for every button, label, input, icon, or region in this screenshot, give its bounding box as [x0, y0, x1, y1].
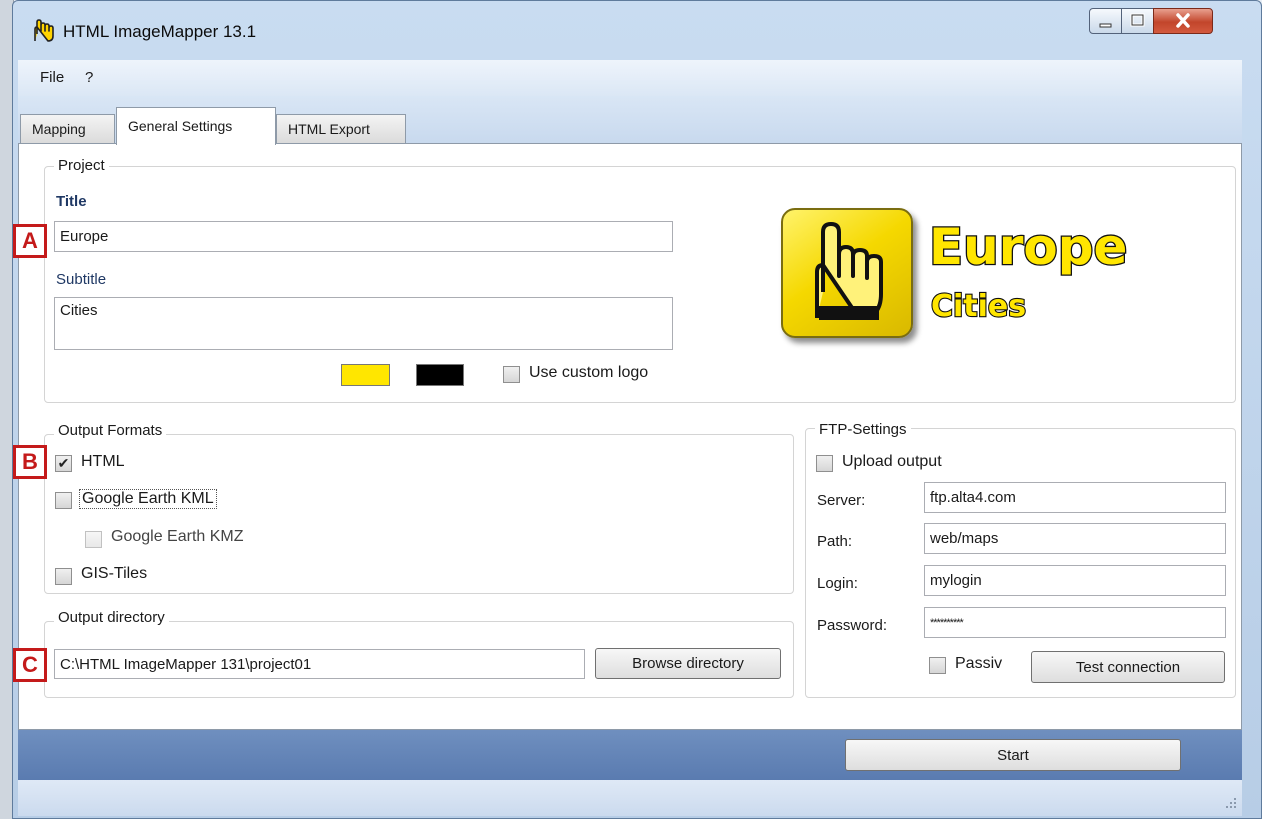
menu-file[interactable]: File [40, 69, 64, 86]
login-label: Login: [817, 575, 858, 592]
logo-title-text: Europe [929, 218, 1127, 276]
html-checkbox[interactable]: ✔ [55, 455, 72, 472]
subtitle-label: Subtitle [56, 271, 107, 288]
server-input[interactable] [924, 482, 1226, 513]
custom-logo-label: Use custom logo [529, 364, 649, 381]
server-label: Server: [817, 492, 866, 509]
maximize-button[interactable] [1121, 8, 1154, 34]
output-directory-label: Output directory [54, 609, 169, 626]
test-connection-button[interactable]: Test connection [1031, 651, 1225, 683]
browse-directory-button[interactable]: Browse directory [595, 648, 781, 679]
logo-text: Europe Cities [928, 217, 1129, 324]
bottom-action-bar: Start [18, 730, 1242, 780]
ftp-settings-label: FTP-Settings [815, 421, 911, 438]
upload-output-label: Upload output [842, 453, 942, 470]
password-label: Password: [817, 617, 888, 634]
gis-tiles-label: GIS-Tiles [81, 565, 148, 582]
close-icon [1176, 13, 1190, 28]
status-bar [18, 780, 1242, 816]
pointing-hand-icon [34, 19, 54, 42]
annotation-marker-b: B [13, 445, 47, 479]
menu-bar: File ? [18, 60, 1242, 96]
logo-subtitle-text: Cities [931, 289, 1026, 324]
minimize-button[interactable] [1089, 8, 1122, 34]
kml-label: Google Earth KML [79, 489, 217, 509]
subtitle-input[interactable]: Cities [54, 297, 673, 350]
secondary-color-swatch[interactable] [416, 364, 464, 386]
kmz-checkbox[interactable] [85, 531, 102, 548]
pointing-hand-icon [815, 222, 883, 320]
kml-checkbox[interactable] [55, 492, 72, 509]
gis-tiles-checkbox[interactable] [55, 568, 72, 585]
tab-html-export[interactable]: HTML Export [276, 114, 406, 144]
start-button[interactable]: Start [845, 739, 1181, 771]
tab-content-panel: Project Title Subtitle Cities Use custom… [18, 143, 1242, 730]
output-formats-group [44, 434, 794, 594]
upload-output-checkbox[interactable] [816, 455, 833, 472]
window-title: HTML ImageMapper 13.1 [63, 22, 257, 41]
resize-grip-icon[interactable] [1224, 796, 1238, 810]
path-label: Path: [817, 533, 853, 550]
tab-general-settings[interactable]: General Settings [116, 107, 276, 145]
title-label: Title [56, 193, 87, 210]
html-label: HTML [81, 453, 125, 470]
logo-preview [781, 208, 913, 338]
output-directory-input[interactable] [54, 649, 585, 679]
minimize-icon [1099, 23, 1112, 28]
annotation-marker-a: A [13, 224, 47, 258]
passive-checkbox[interactable] [929, 657, 946, 674]
kmz-label: Google Earth KMZ [111, 528, 244, 545]
annotation-marker-c: C [13, 648, 47, 682]
login-input[interactable] [924, 565, 1226, 596]
password-input[interactable] [924, 607, 1226, 638]
passive-label: Passiv [955, 655, 1003, 672]
output-formats-label: Output Formats [54, 422, 167, 439]
title-bar[interactable]: HTML ImageMapper 13.1 [13, 1, 1261, 59]
tab-mapping[interactable]: Mapping [20, 114, 115, 144]
menu-help[interactable]: ? [85, 69, 93, 86]
close-button[interactable] [1153, 8, 1213, 34]
path-input[interactable] [924, 523, 1226, 554]
title-input[interactable] [54, 221, 673, 252]
project-group-label: Project [54, 157, 109, 174]
primary-color-swatch[interactable] [341, 364, 390, 386]
maximize-icon [1130, 13, 1145, 27]
custom-logo-checkbox[interactable] [503, 366, 520, 383]
